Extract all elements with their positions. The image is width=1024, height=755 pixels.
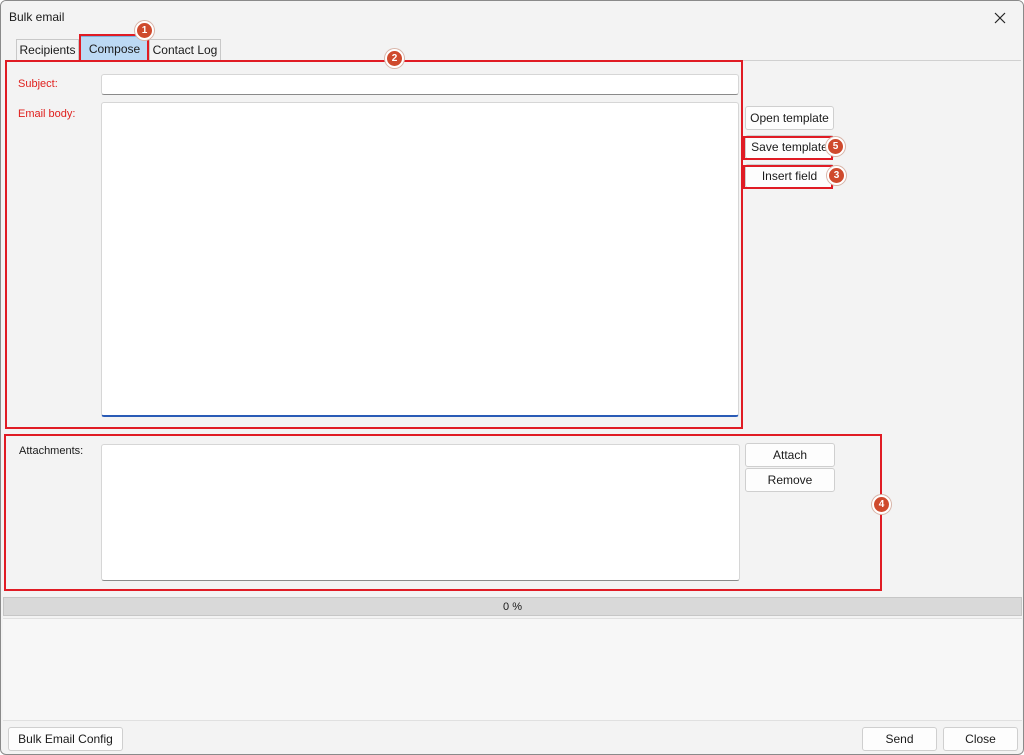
send-button[interactable]: Send xyxy=(862,727,937,751)
tab-recipients-label: Recipients xyxy=(19,43,76,57)
save-template-label: Save template xyxy=(751,140,828,154)
bulk-email-config-button[interactable]: Bulk Email Config xyxy=(8,727,123,751)
open-template-button[interactable]: Open template xyxy=(745,106,834,130)
tab-recipients[interactable]: Recipients xyxy=(16,39,79,61)
bulk-email-config-label: Bulk Email Config xyxy=(18,732,113,746)
annotation-badge-3: 3 xyxy=(827,166,846,185)
annotation-badge-2: 2 xyxy=(385,49,404,68)
email-body-label: Email body: xyxy=(18,108,76,120)
subject-input[interactable] xyxy=(101,74,739,95)
email-body-editor[interactable] xyxy=(101,102,739,417)
attachments-list[interactable] xyxy=(101,444,740,581)
tab-compose[interactable]: Compose xyxy=(80,36,149,61)
attach-label: Attach xyxy=(772,448,808,462)
annotation-badge-4: 4 xyxy=(872,495,891,514)
close-icon xyxy=(994,12,1006,24)
bulk-email-window: Bulk email Recipients Compose Contact Lo… xyxy=(0,0,1024,755)
subject-label: Subject: xyxy=(18,78,58,90)
annotation-badge-5: 5 xyxy=(826,137,845,156)
open-template-label: Open template xyxy=(750,111,829,125)
attachments-label: Attachments: xyxy=(19,445,84,457)
window-close-button[interactable] xyxy=(987,6,1013,30)
send-label: Send xyxy=(885,732,914,746)
remove-button[interactable]: Remove xyxy=(745,468,835,492)
title-bar: Bulk email xyxy=(1,1,1023,35)
remove-label: Remove xyxy=(767,473,813,487)
window-title: Bulk email xyxy=(9,10,65,24)
annotation-badge-1: 1 xyxy=(135,21,154,40)
insert-field-label: Insert field xyxy=(761,169,818,183)
tab-contact-log[interactable]: Contact Log xyxy=(149,39,221,61)
save-template-button[interactable]: Save template xyxy=(745,135,834,159)
close-label: Close xyxy=(965,732,996,746)
tab-contact-log-label: Contact Log xyxy=(152,43,218,57)
progress-bar: 0 % xyxy=(3,597,1022,616)
progress-text: 0 % xyxy=(503,601,522,613)
tab-compose-label: Compose xyxy=(88,42,141,56)
insert-field-button[interactable]: Insert field xyxy=(745,164,834,188)
tabs-divider xyxy=(5,60,1021,61)
attach-button[interactable]: Attach xyxy=(745,443,835,467)
status-log-area xyxy=(3,618,1022,721)
close-button[interactable]: Close xyxy=(943,727,1018,751)
